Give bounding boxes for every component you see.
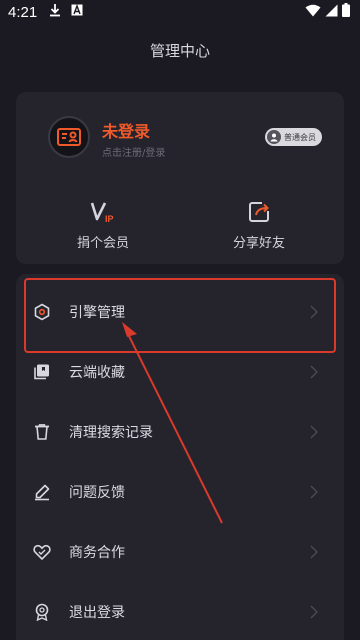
login-subtitle[interactable]: 点击注册/登录 bbox=[102, 144, 165, 159]
wifi-icon bbox=[305, 4, 321, 21]
profile-card: 未登录 点击注册/登录 普通会员 IP 捐个会员 分享好友 bbox=[16, 92, 344, 264]
donate-vip-button[interactable]: IP 捐个会员 bbox=[43, 200, 163, 251]
menu-item-feedback[interactable]: 问题反馈 bbox=[16, 462, 344, 522]
person-icon bbox=[267, 130, 281, 144]
battery-icon bbox=[342, 3, 350, 21]
trash-icon bbox=[32, 422, 52, 442]
donate-vip-label: 捐个会员 bbox=[76, 236, 129, 251]
menu-item-label: 问题反馈 bbox=[69, 485, 125, 501]
chevron-right-icon bbox=[310, 364, 318, 383]
menu-item-business-cooperation[interactable]: 商务合作 bbox=[16, 522, 344, 582]
signal-icon bbox=[325, 4, 338, 21]
download-icon bbox=[49, 3, 61, 21]
logout-badge-icon bbox=[32, 602, 52, 622]
share-icon bbox=[249, 202, 269, 222]
cloud-collection-icon bbox=[32, 362, 52, 382]
vip-icon: IP bbox=[90, 202, 114, 224]
menu-item-label: 云端收藏 bbox=[69, 365, 125, 381]
chevron-right-icon bbox=[310, 424, 318, 443]
menu-item-label: 清理搜索记录 bbox=[69, 425, 153, 441]
text-a-icon bbox=[71, 4, 83, 20]
status-time: 4:21 bbox=[8, 3, 38, 21]
menu-item-label: 退出登录 bbox=[69, 605, 125, 621]
handshake-heart-icon bbox=[32, 542, 52, 562]
share-friends-label: 分享好友 bbox=[232, 236, 285, 251]
annotation-highlight-box bbox=[24, 278, 336, 353]
status-bar: 4:21 bbox=[0, 0, 360, 24]
avatar[interactable] bbox=[48, 116, 90, 158]
svg-text:IP: IP bbox=[105, 214, 114, 224]
chevron-right-icon bbox=[310, 604, 318, 623]
login-title[interactable]: 未登录 bbox=[102, 118, 150, 142]
menu-item-logout[interactable]: 退出登录 bbox=[16, 582, 344, 640]
chevron-right-icon bbox=[310, 484, 318, 503]
member-badge-label: 普通会员 bbox=[284, 132, 316, 142]
pencil-icon bbox=[32, 482, 52, 502]
share-friends-button[interactable]: 分享好友 bbox=[199, 200, 319, 251]
title-bar: 管理中心 bbox=[0, 24, 360, 76]
user-card-icon bbox=[57, 128, 81, 146]
chevron-right-icon bbox=[310, 544, 318, 563]
menu-item-clear-search-history[interactable]: 清理搜索记录 bbox=[16, 402, 344, 462]
menu-item-label: 商务合作 bbox=[69, 545, 125, 561]
member-badge[interactable]: 普通会员 bbox=[265, 128, 322, 146]
page-title: 管理中心 bbox=[149, 41, 210, 60]
